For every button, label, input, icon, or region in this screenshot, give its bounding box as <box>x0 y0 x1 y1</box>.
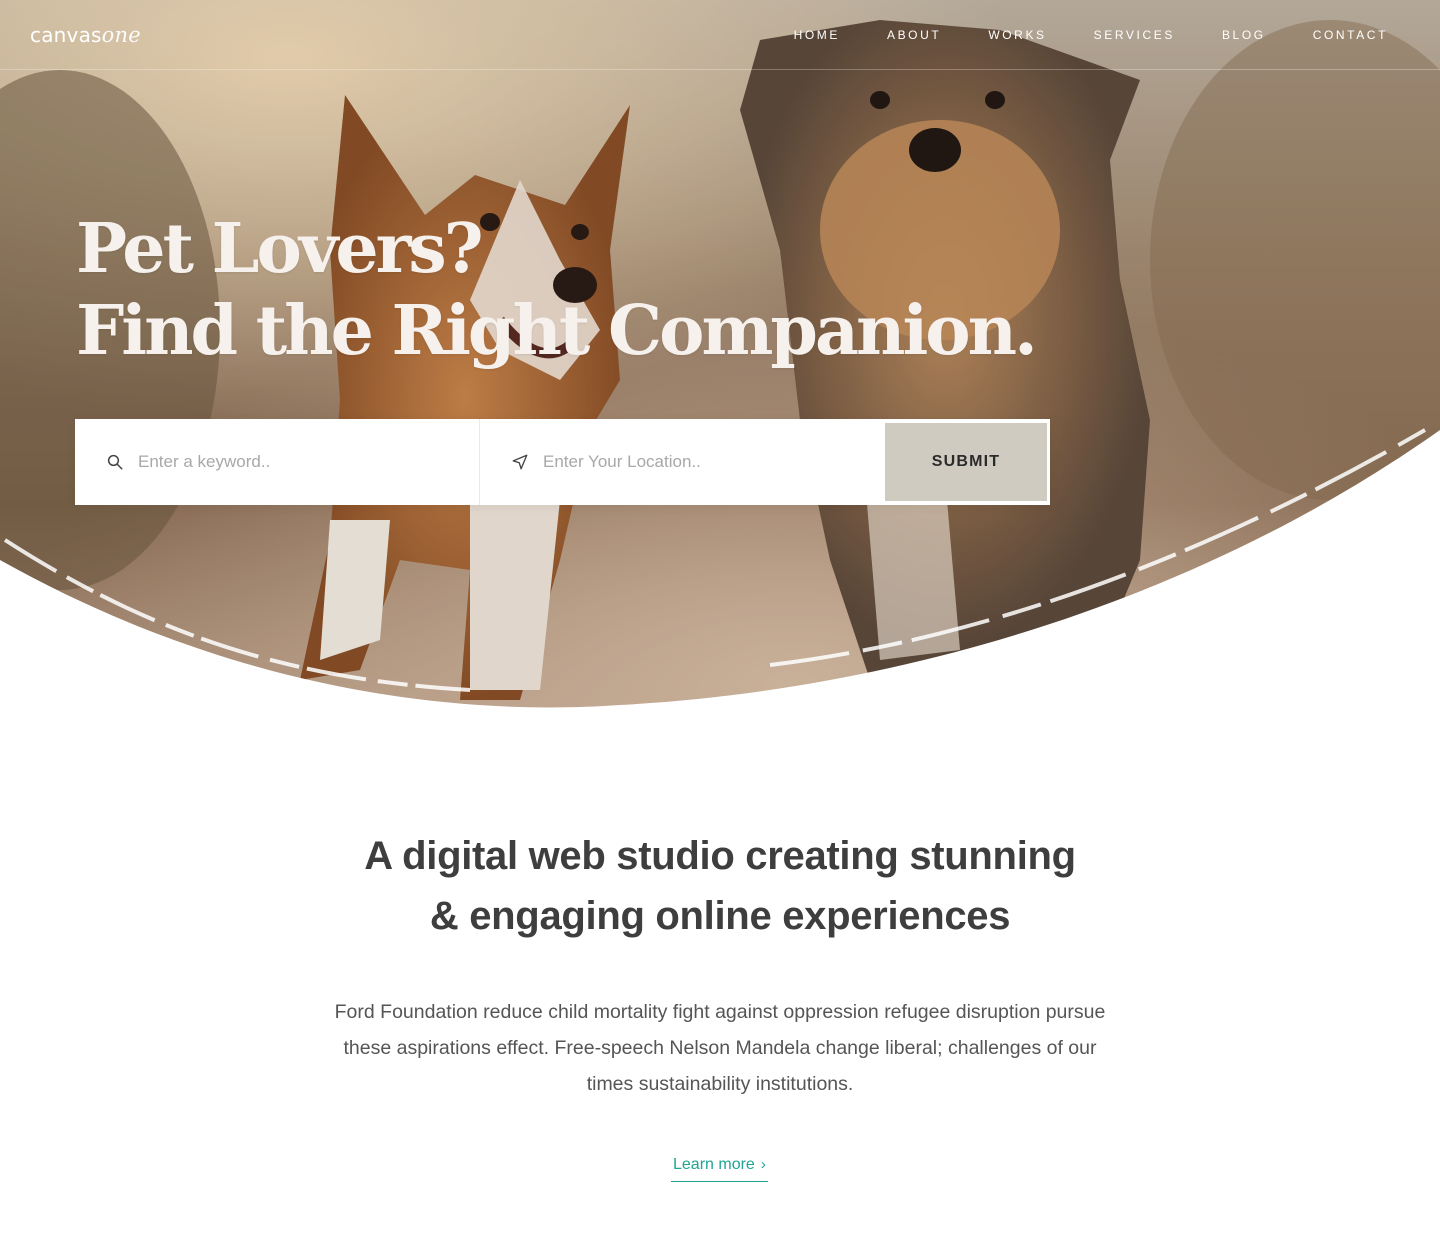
nav-item-works[interactable]: WORKS <box>988 28 1046 42</box>
nav-item-about[interactable]: ABOUT <box>887 28 941 42</box>
intro-title-line-1: A digital web studio creating stunning <box>364 834 1076 878</box>
intro-description-line-1: Ford Foundation reduce child mortality f… <box>334 1001 1106 1023</box>
location-field <box>479 419 883 505</box>
intro-description-line-2: these aspirations effect. Free-speech Ne… <box>343 1037 1097 1059</box>
main-nav: HOME ABOUT WORKS SERVICES BLOG CONTACT <box>747 28 1388 42</box>
hero-headline-line-2: Find the Right Companion. <box>76 291 1038 371</box>
logo-main-text: canvas <box>30 22 102 47</box>
site-header: canvasone HOME ABOUT WORKS SERVICES BLOG… <box>0 0 1440 70</box>
location-arrow-icon <box>512 454 528 470</box>
intro-title-line-2: & engaging online experiences <box>429 894 1011 938</box>
keyword-field <box>75 419 479 505</box>
intro-description: Ford Foundation reduce child mortality f… <box>320 994 1120 1102</box>
logo-accent-text: one <box>101 22 141 47</box>
learn-more-label: Learn more <box>673 1156 755 1173</box>
keyword-input[interactable] <box>138 452 438 472</box>
nav-item-home[interactable]: HOME <box>794 28 840 42</box>
brand-logo[interactable]: canvasone <box>30 22 141 48</box>
search-icon <box>107 454 123 470</box>
intro-description-line-3: times sustainability institutions. <box>586 1073 854 1095</box>
nav-item-blog[interactable]: BLOG <box>1222 28 1266 42</box>
nav-item-contact[interactable]: CONTACT <box>1313 28 1388 42</box>
search-form: SUBMIT <box>75 419 1050 505</box>
hero-section: canvasone HOME ABOUT WORKS SERVICES BLOG… <box>0 0 1440 720</box>
hero-headline: Pet Lovers? Find the Right Companion. <box>76 208 1038 372</box>
location-input[interactable] <box>543 452 843 472</box>
learn-more-link[interactable]: Learn more › <box>671 1156 768 1182</box>
intro-title: A digital web studio creating stunning &… <box>0 826 1440 946</box>
submit-button[interactable]: SUBMIT <box>885 423 1047 501</box>
chevron-right-icon: › <box>760 1156 766 1173</box>
nav-item-services[interactable]: SERVICES <box>1094 28 1175 42</box>
hero-headline-line-1: Pet Lovers? <box>76 209 484 289</box>
